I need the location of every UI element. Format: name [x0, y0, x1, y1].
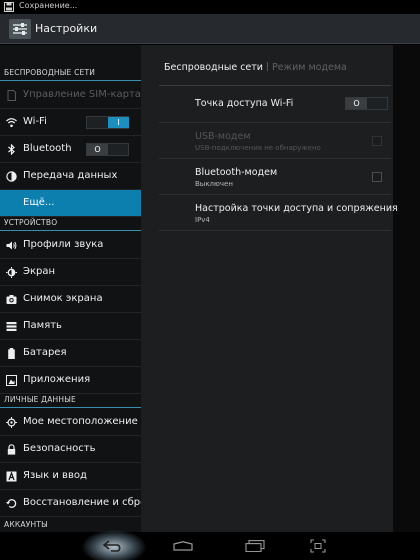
- row-subtitle: IPv4: [195, 216, 210, 224]
- row-title: Bluetooth-модем: [195, 167, 278, 178]
- settings-sidebar: БЕСПРОВОДНЫЕ СЕТИ Управление SIM-картами…: [0, 45, 141, 532]
- sidebar-item-label: Мое местоположение: [23, 416, 138, 427]
- sidebar-item-apps[interactable]: Приложения: [0, 367, 141, 394]
- sidebar-item-label: Bluetooth: [23, 143, 72, 154]
- recent-apps-icon[interactable]: [245, 540, 265, 552]
- bluetooth-tethering-checkbox[interactable]: [372, 172, 382, 182]
- section-header-personal: ЛИЧНЫЕ ДАННЫЕ: [0, 392, 141, 408]
- restore-icon: [6, 499, 17, 508]
- location-icon: [6, 417, 17, 428]
- section-header-wireless: БЕСПРОВОДНЫЕ СЕТИ: [0, 65, 141, 81]
- tab-tethering[interactable]: Режим модема: [272, 62, 347, 73]
- sidebar-item-display[interactable]: Экран: [0, 259, 141, 286]
- sidebar-item-more[interactable]: Ещё...: [0, 190, 141, 217]
- wifi-icon: [6, 118, 17, 128]
- sidebar-item-data-usage[interactable]: Передача данных: [0, 163, 141, 190]
- bluetooth-icon: [8, 144, 15, 155]
- row-subtitle: USB-подключения не обнаружено: [195, 144, 321, 152]
- sidebar-item-label: Экран: [23, 266, 56, 277]
- sidebar-item-security[interactable]: Безопасность: [0, 436, 141, 463]
- sidebar-item-storage[interactable]: Память: [0, 313, 141, 340]
- settings-panel: Беспроводные сети Режим модема Точка дост…: [141, 45, 398, 532]
- row-subtitle: Выключен: [195, 180, 233, 188]
- sidebar-item-bluetooth[interactable]: Bluetooth O: [0, 136, 141, 163]
- section-header-device: УСТРОЙСТВО: [0, 215, 141, 231]
- row-usb-tethering: USB-модем USB-подключения не обнаружено: [159, 123, 391, 159]
- sidebar-item-label: Снимок экрана: [23, 293, 103, 304]
- tab-wireless-networks[interactable]: Беспроводные сети: [164, 62, 263, 73]
- sidebar-item-label: Язык и ввод: [23, 470, 87, 481]
- row-title: USB-модем: [195, 131, 251, 142]
- sidebar-item-sound-profiles[interactable]: Профили звука: [0, 232, 141, 259]
- back-icon[interactable]: [103, 540, 125, 552]
- sidebar-item-label: Передача данных: [23, 170, 118, 181]
- toggle-off-state: O: [87, 144, 108, 155]
- toggle-off-state: O: [346, 98, 367, 109]
- home-icon[interactable]: [173, 541, 193, 551]
- save-icon: [4, 2, 14, 12]
- sidebar-item-wifi[interactable]: Wi-Fi I: [0, 109, 141, 136]
- tab-divider: [266, 62, 268, 71]
- app-title: Настройки: [35, 22, 98, 35]
- volume-icon: [6, 241, 17, 250]
- row-title: Настройка точки доступа и сопряжения: [195, 203, 398, 214]
- storage-icon: [6, 322, 17, 331]
- usb-tethering-checkbox: [372, 136, 382, 146]
- status-bar: Сохранение...: [0, 0, 420, 14]
- display-icon: [6, 267, 17, 278]
- sidebar-item-location[interactable]: Мое местоположение: [0, 409, 141, 436]
- tab-bar: Беспроводные сети Режим модема: [164, 62, 347, 76]
- sidebar-item-label: Восстановление и сброс: [23, 497, 141, 508]
- sidebar-item-backup-reset[interactable]: Восстановление и сброс: [0, 490, 141, 517]
- sidebar-item-label: Безопасность: [23, 443, 96, 454]
- sim-icon: [7, 90, 16, 101]
- sidebar-item-label: Память: [23, 320, 62, 331]
- battery-icon: [8, 348, 15, 359]
- sidebar-item-battery[interactable]: Батарея: [0, 340, 141, 367]
- language-icon: [6, 471, 17, 482]
- row-hotspot-setup[interactable]: Настройка точки доступа и сопряжения IPv…: [159, 195, 398, 231]
- row-title: Точка доступа Wi-Fi: [195, 98, 294, 109]
- row-wifi-hotspot[interactable]: Точка доступа Wi-Fi O: [159, 87, 391, 123]
- sidebar-item-label: Управление SIM-картами: [23, 89, 141, 100]
- wifi-toggle[interactable]: I: [86, 116, 129, 129]
- hotspot-toggle[interactable]: O: [345, 97, 388, 110]
- screenshot-icon[interactable]: [310, 539, 326, 553]
- lock-icon: [7, 444, 16, 455]
- data-usage-icon: [6, 171, 17, 182]
- status-text: Сохранение...: [19, 1, 78, 10]
- sidebar-item-label: Приложения: [23, 374, 91, 385]
- sidebar-item-label: Батарея: [23, 347, 67, 358]
- settings-app-icon[interactable]: [9, 19, 31, 39]
- sidebar-item-label: Ещё...: [23, 197, 55, 208]
- system-nav-bar: [0, 530, 420, 560]
- sidebar-item-label: Профили звука: [23, 239, 104, 250]
- sidebar-item-sim: Управление SIM-картами: [0, 82, 141, 109]
- sidebar-item-screenshot[interactable]: Снимок экрана: [0, 286, 141, 313]
- action-bar: Настройки: [0, 14, 420, 44]
- camera-icon: [6, 295, 17, 304]
- content-area: Беспроводные сети Режим модема Точка дост…: [141, 45, 420, 532]
- tab-underline: [159, 85, 391, 86]
- apps-icon: [6, 375, 17, 386]
- sidebar-item-language[interactable]: Язык и ввод: [0, 463, 141, 490]
- toggle-on-state: I: [108, 117, 129, 128]
- bluetooth-toggle[interactable]: O: [86, 143, 129, 156]
- row-bluetooth-tethering[interactable]: Bluetooth-модем Выключен: [159, 159, 391, 195]
- sidebar-item-label: Wi-Fi: [23, 116, 47, 127]
